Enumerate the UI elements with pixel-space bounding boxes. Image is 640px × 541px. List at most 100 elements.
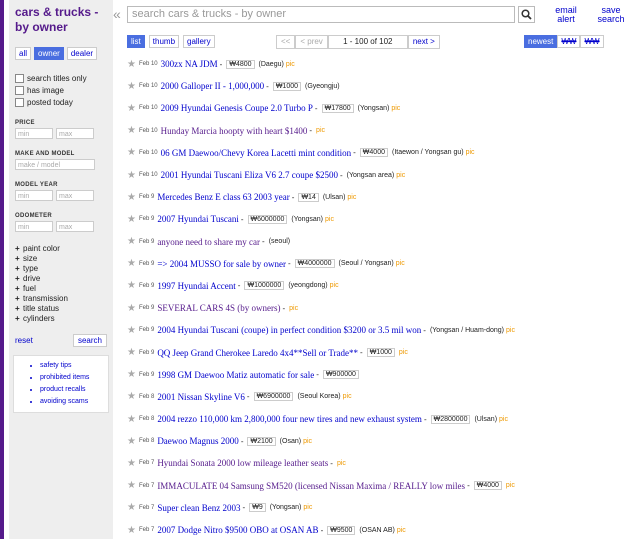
listing-title-link[interactable]: 2009 Hyundai Genesis Coupe 2.0 Turbo P <box>161 103 313 113</box>
owner-tab-owner[interactable]: owner <box>34 47 64 60</box>
listing-row[interactable]: ★ Feb 10 2000 Galloper II - 1,000,000- ₩100… <box>127 75 637 97</box>
favorite-star-icon[interactable]: ★ <box>127 192 136 203</box>
owner-tab-all[interactable]: all <box>15 47 32 60</box>
sort-price-high[interactable]: ₩₩ <box>580 35 604 48</box>
listing-row[interactable]: ★ Feb 9 1998 GM Daewoo Matiz automatic for… <box>127 364 637 386</box>
favorite-star-icon[interactable]: ★ <box>127 303 136 314</box>
owner-tab-dealer[interactable]: dealer <box>66 47 98 60</box>
year-max-input[interactable]: max <box>56 190 94 201</box>
favorite-star-icon[interactable]: ★ <box>127 103 136 114</box>
listing-row[interactable]: ★ Feb 9 QQ Jeep Grand Cherokee Laredo 4x4*… <box>127 341 637 363</box>
checkbox-box[interactable] <box>15 97 24 107</box>
listing-title-link[interactable]: => 2004 MUSSO for sale by owner <box>157 259 286 269</box>
reset-link[interactable]: reset <box>15 336 33 345</box>
listing-row[interactable]: ★ Feb 10 2009 Hyundai Genesis Coupe 2.0 Tu… <box>127 97 637 119</box>
favorite-star-icon[interactable]: ★ <box>127 502 136 513</box>
filter-size[interactable]: + size <box>15 254 113 264</box>
sort-price-low[interactable]: ₩₩ <box>557 35 581 48</box>
listing-row[interactable]: ★ Feb 9 anyone need to share my car - (seoul… <box>127 231 637 253</box>
listing-row[interactable]: ★ Feb 10 300zx NA JDM - ₩4800 (Daegu) pic <box>127 53 637 75</box>
listing-row[interactable]: ★ Feb 7 IMMACULATE 04 Samsung SM520 (licen… <box>127 475 637 497</box>
filter-paint-color[interactable]: + paint color <box>15 244 113 254</box>
listing-row[interactable]: ★ Feb 8 2004 rezzo 110,000 km 2,800,000 fo… <box>127 408 637 430</box>
odometer-max-input[interactable]: max <box>56 221 94 232</box>
listing-title-link[interactable]: 2004 Hyundai Tuscani (coupe) in perfect … <box>157 325 421 335</box>
listing-row[interactable]: ★ Feb 9 2004 Hyundai Tuscani (coupe) in pe… <box>127 319 637 341</box>
search-icon[interactable] <box>518 6 535 23</box>
listing-row[interactable]: ★ Feb 7 Super clean Benz 2003- ₩9 (Yongsan) p… <box>127 497 637 519</box>
favorite-star-icon[interactable]: ★ <box>127 280 136 291</box>
favorite-star-icon[interactable]: ★ <box>127 525 136 536</box>
favorite-star-icon[interactable]: ★ <box>127 458 136 469</box>
favorite-star-icon[interactable]: ★ <box>127 480 136 491</box>
favorite-star-icon[interactable]: ★ <box>127 59 136 70</box>
listing-title-link[interactable]: 2001 Hyundai Tuscani Eliza V6 2.7 coupe … <box>161 170 338 180</box>
favorite-star-icon[interactable]: ★ <box>127 236 136 247</box>
listing-row[interactable]: ★ Feb 10 06 GM Daewoo/Chevy Korea Lacetti … <box>127 142 637 164</box>
checkbox-search-titles[interactable]: search titles only <box>15 72 113 84</box>
category-title[interactable]: cars & trucks - by owner <box>15 5 113 35</box>
checkbox-box[interactable] <box>15 73 24 83</box>
search-input[interactable]: search cars & trucks - by owner <box>127 6 515 23</box>
listing-title-link[interactable]: 1998 GM Daewoo Matiz automatic for sale <box>157 370 314 380</box>
listing-row[interactable]: ★ Feb 7 Hyundai Sonata 2000 low mileage le… <box>127 452 637 474</box>
listing-row[interactable]: ★ Feb 10 Hunday Marcia hoopty with heart $… <box>127 120 637 142</box>
filter-transmission[interactable]: + transmission <box>15 294 113 304</box>
listing-title-link[interactable]: 2007 Dodge Nitro $9500 OBO at OSAN AB <box>157 525 318 535</box>
listing-row[interactable]: ★ Feb 8 Daewoo Magnus 2000- ₩2100 (Osan) pic <box>127 430 637 452</box>
email-alert-link[interactable]: email alert <box>552 6 580 24</box>
next-page-button[interactable]: next > <box>407 35 440 49</box>
filter-title-status[interactable]: + title status <box>15 304 113 314</box>
prohibited-items-link[interactable]: prohibited items <box>40 372 104 384</box>
favorite-star-icon[interactable]: ★ <box>127 325 136 336</box>
favorite-star-icon[interactable]: ★ <box>127 347 136 358</box>
prev-page-button[interactable]: < prev <box>295 35 328 49</box>
checkbox-box[interactable] <box>15 85 24 95</box>
filter-cylinders[interactable]: + cylinders <box>15 314 113 324</box>
listing-title-link[interactable]: Super clean Benz 2003 <box>157 503 240 513</box>
filter-drive[interactable]: + drive <box>15 274 113 284</box>
listing-row[interactable]: ★ Feb 7 2007 Dodge Nitro $9500 OBO at OSAN… <box>127 519 637 541</box>
listing-title-link[interactable]: Hyundai Sonata 2000 low mileage leather … <box>157 458 328 468</box>
favorite-star-icon[interactable]: ★ <box>127 436 136 447</box>
listing-title-link[interactable]: 300zx NA JDM <box>161 59 218 69</box>
product-recalls-link[interactable]: product recalls <box>40 384 104 396</box>
favorite-star-icon[interactable]: ★ <box>127 414 136 425</box>
collapse-sidebar-icon[interactable]: « <box>113 6 121 22</box>
filter-fuel[interactable]: + fuel <box>15 284 113 294</box>
odometer-min-input[interactable]: min <box>15 221 53 232</box>
listing-title-link[interactable]: 06 GM Daewoo/Chevy Korea Lacetti mint co… <box>161 148 351 158</box>
favorite-star-icon[interactable]: ★ <box>127 369 136 380</box>
listing-row[interactable]: ★ Feb 9 Mercedes Benz E class 63 2003 year… <box>127 186 637 208</box>
listing-row[interactable]: ★ Feb 9 1997 Hyundai Accent - ₩1000000 (yeong… <box>127 275 637 297</box>
listing-title-link[interactable]: SEVERAL CARS 4S (by owners) <box>157 303 280 313</box>
listing-title-link[interactable]: 2007 Hyundai Tuscani <box>157 214 239 224</box>
tab-list[interactable]: list <box>127 35 145 48</box>
favorite-star-icon[interactable]: ★ <box>127 125 136 136</box>
listing-title-link[interactable]: Daewoo Magnus 2000 <box>157 436 239 446</box>
listing-title-link[interactable]: 2004 rezzo 110,000 km 2,800,000 four new… <box>157 414 422 424</box>
price-min-input[interactable]: min <box>15 128 53 139</box>
favorite-star-icon[interactable]: ★ <box>127 391 136 402</box>
filter-type[interactable]: + type <box>15 264 113 274</box>
price-max-input[interactable]: max <box>56 128 94 139</box>
favorite-star-icon[interactable]: ★ <box>127 258 136 269</box>
safety-tips-link[interactable]: safety tips <box>40 360 104 372</box>
listing-row[interactable]: ★ Feb 9 SEVERAL CARS 4S (by owners) - pic <box>127 297 637 319</box>
favorite-star-icon[interactable]: ★ <box>127 170 136 181</box>
listing-title-link[interactable]: anyone need to share my car <box>157 237 260 247</box>
tab-gallery[interactable]: gallery <box>183 35 215 48</box>
tab-thumb[interactable]: thumb <box>148 35 180 48</box>
listing-title-link[interactable]: IMMACULATE 04 Samsung SM520 (licensed Ni… <box>157 481 465 491</box>
listing-row[interactable]: ★ Feb 9 2007 Hyundai Tuscani - ₩6000000 (Yong… <box>127 208 637 230</box>
avoiding-scams-link[interactable]: avoiding scams <box>40 396 104 408</box>
favorite-star-icon[interactable]: ★ <box>127 81 136 92</box>
listing-row[interactable]: ★ Feb 9 => 2004 MUSSO for sale by owner - ₩4… <box>127 253 637 275</box>
search-button[interactable]: search <box>72 334 107 347</box>
listing-title-link[interactable]: Mercedes Benz E class 63 2003 year <box>157 192 289 202</box>
first-page-button[interactable]: << <box>276 35 296 49</box>
year-min-input[interactable]: min <box>15 190 53 201</box>
make-model-input[interactable]: make / model <box>15 159 95 170</box>
listing-row[interactable]: ★ Feb 10 2001 Hyundai Tuscani Eliza V6 2.7… <box>127 164 637 186</box>
listing-title-link[interactable]: Hunday Marcia hoopty with heart $1400 <box>161 126 308 136</box>
